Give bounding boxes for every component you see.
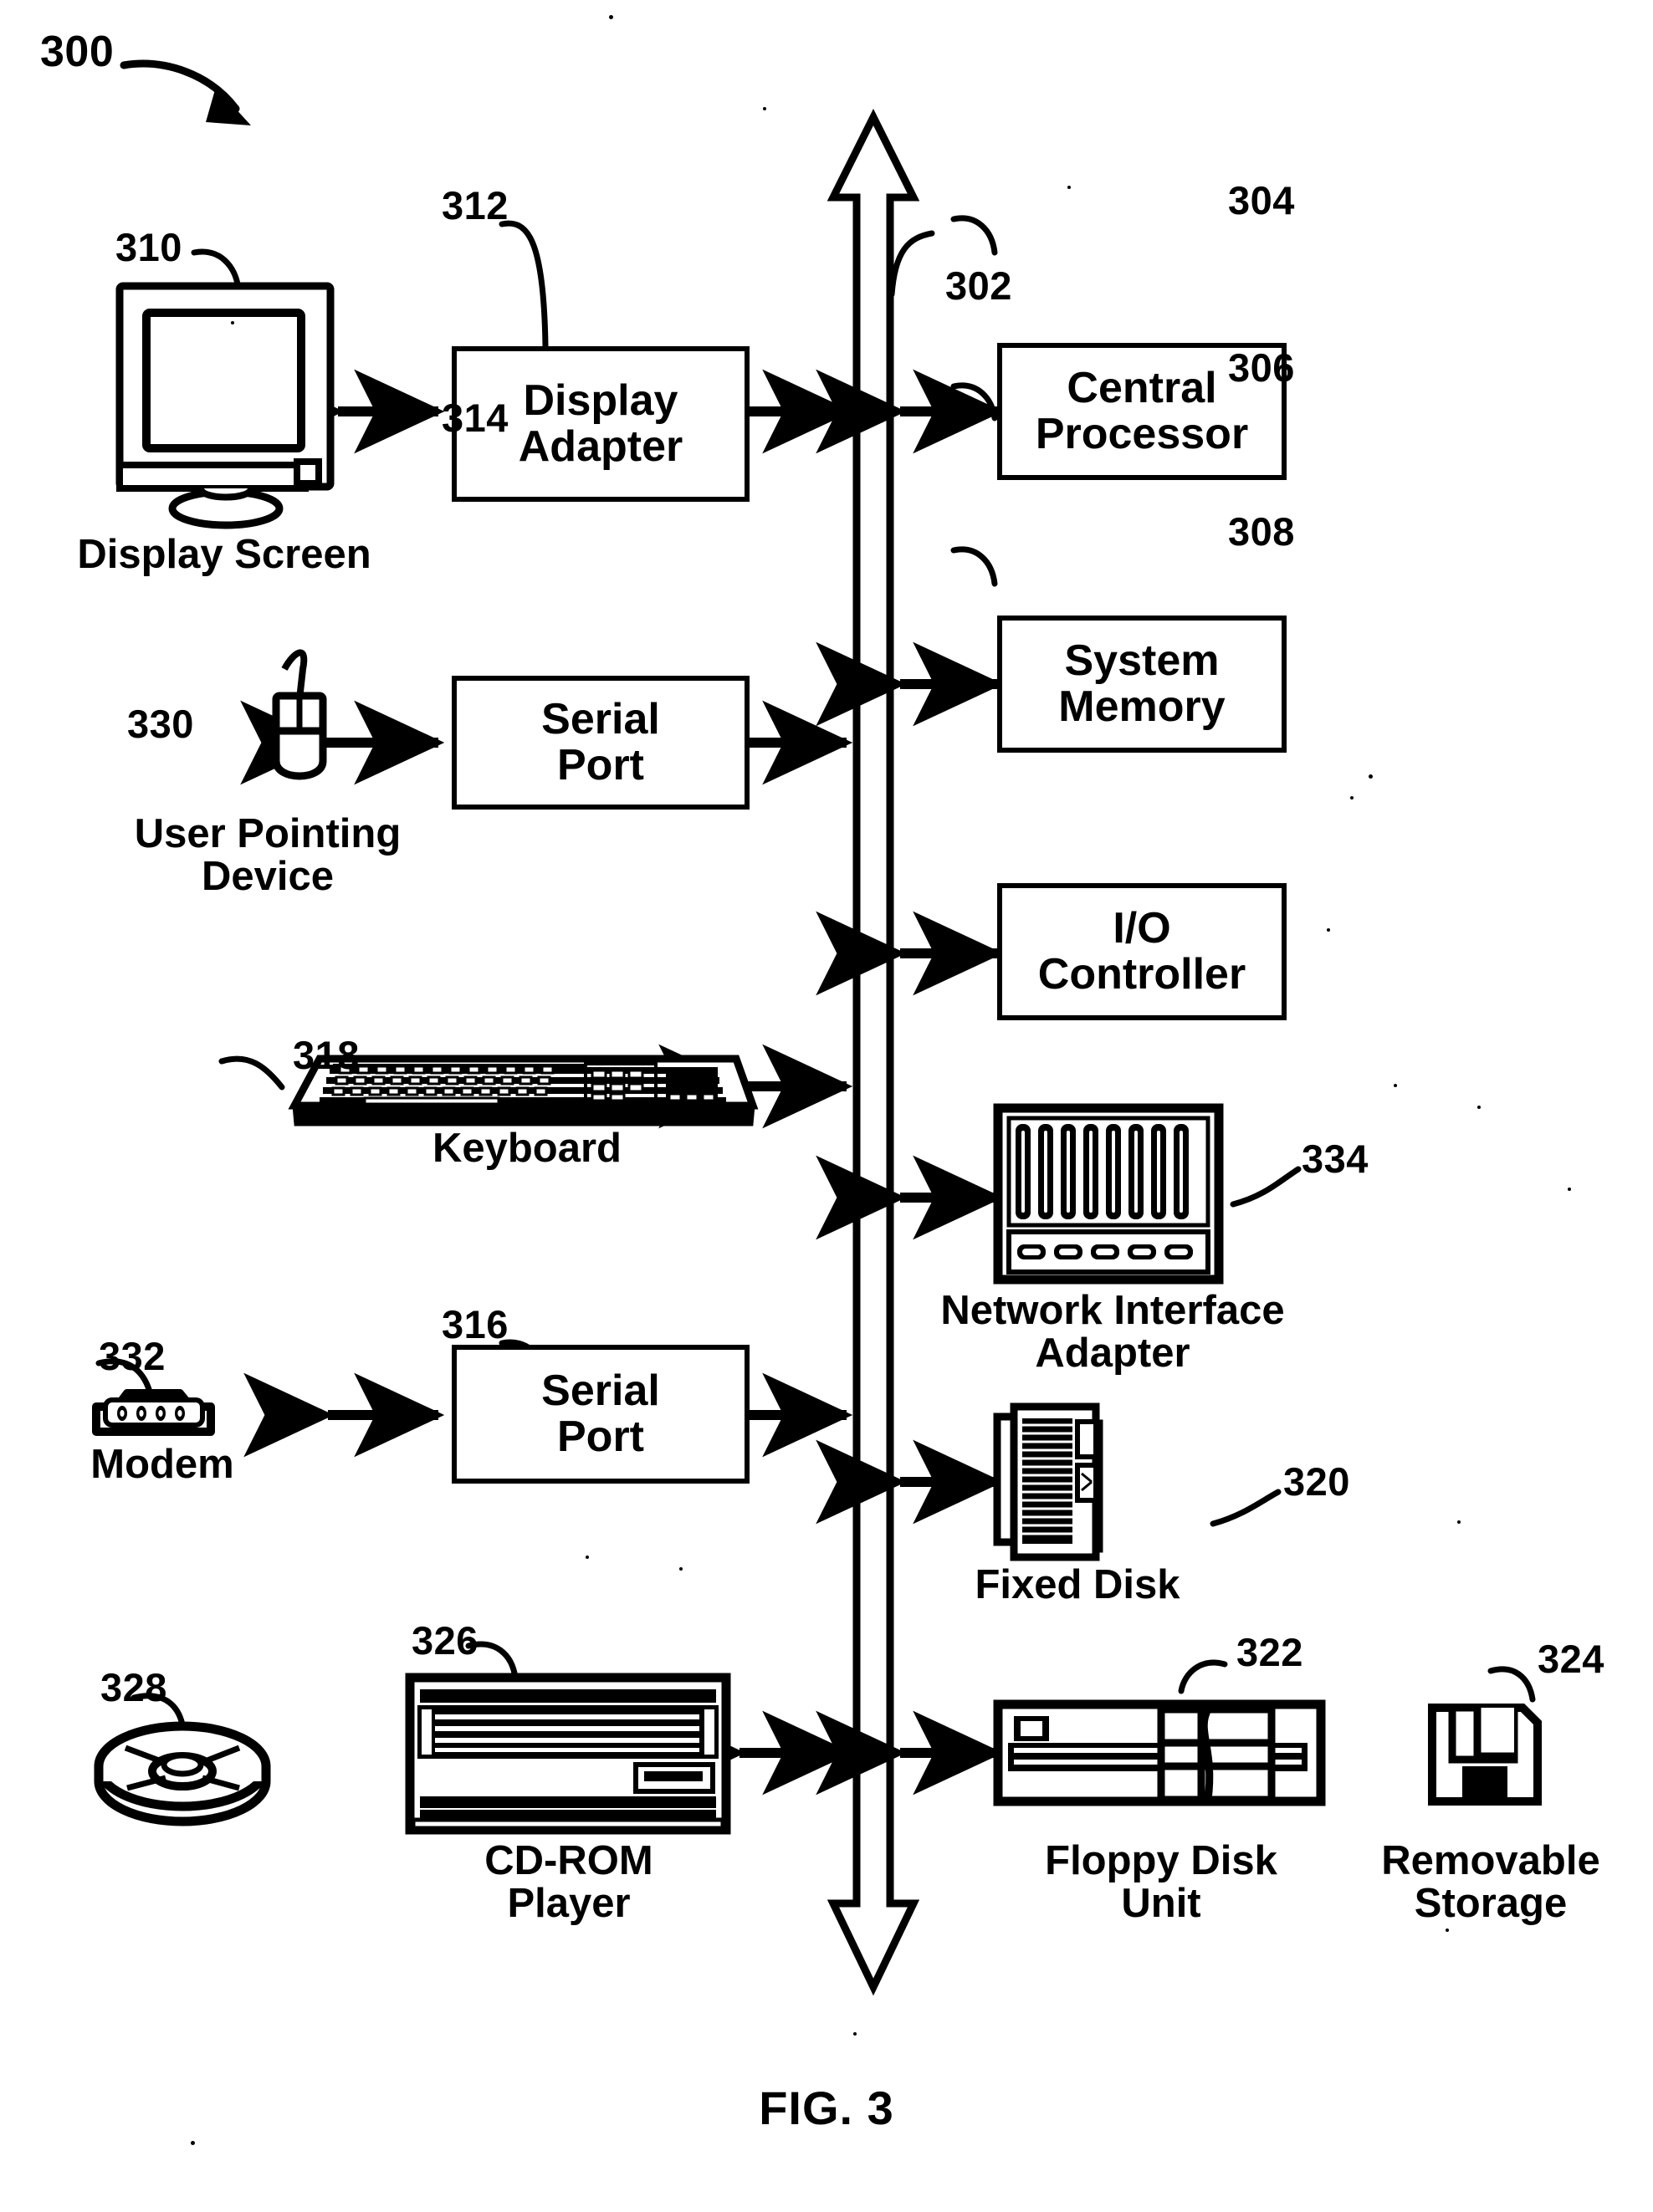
scan-speck bbox=[853, 2032, 857, 2036]
ref-308: 308 bbox=[1228, 509, 1295, 554]
cd-rom-player-icon bbox=[405, 1673, 731, 1835]
system-bus-arrow bbox=[826, 108, 920, 1996]
scan-speck bbox=[1369, 774, 1373, 779]
lead-line-300 bbox=[120, 59, 251, 125]
compact-disc-icon bbox=[94, 1721, 271, 1826]
box-serial-port-2-label: Serial Port bbox=[541, 1366, 660, 1461]
caption-network-interface-adapter: Network Interface Adapter bbox=[940, 1288, 1285, 1376]
box-serial-port-2[interactable]: Serial Port bbox=[452, 1345, 750, 1484]
ref-330: 330 bbox=[127, 702, 194, 746]
box-display-adapter-label: Display Adapter bbox=[518, 375, 683, 471]
scan-speck bbox=[679, 1567, 683, 1571]
patent-figure-page: 300 302 Display Adapter 312 Central Proc… bbox=[0, 0, 1653, 2212]
scan-speck bbox=[231, 321, 234, 324]
ref-312: 312 bbox=[442, 183, 509, 227]
figure-title: FIG. 3 bbox=[759, 2082, 894, 2134]
scan-speck bbox=[609, 15, 613, 19]
fixed-disk-icon bbox=[993, 1402, 1103, 1561]
caption-user-pointing-device: User Pointing Device bbox=[134, 811, 402, 899]
scan-speck bbox=[586, 1556, 589, 1559]
caption-modem: Modem bbox=[90, 1442, 234, 1487]
ref-302-bus: 302 bbox=[945, 263, 1012, 308]
ref-316: 316 bbox=[442, 1302, 509, 1346]
caption-floppy-disk-unit: Floppy Disk Unit bbox=[1045, 1838, 1277, 1926]
ref-324: 324 bbox=[1538, 1637, 1604, 1681]
caption-cd-rom-player: CD-ROM Player bbox=[484, 1838, 653, 1926]
box-serial-port-1[interactable]: Serial Port bbox=[452, 676, 750, 810]
scan-speck bbox=[1446, 1928, 1449, 1932]
box-io-controller[interactable]: I/O Controller bbox=[997, 883, 1287, 1020]
ref-310: 310 bbox=[115, 225, 182, 269]
ref-318: 318 bbox=[293, 1033, 360, 1077]
connector-arrows bbox=[240, 369, 1004, 1796]
ref-332: 332 bbox=[99, 1334, 166, 1378]
box-system-memory-label: System Memory bbox=[1058, 636, 1226, 731]
box-serial-port-1-label: Serial Port bbox=[541, 694, 660, 789]
ref-306: 306 bbox=[1228, 345, 1295, 390]
network-interface-adapter-icon bbox=[993, 1103, 1224, 1285]
scan-speck bbox=[1327, 928, 1330, 932]
scan-speck bbox=[763, 107, 766, 110]
caption-display-screen: Display Screen bbox=[77, 532, 371, 577]
scan-speck bbox=[1067, 186, 1071, 189]
ref-314: 314 bbox=[442, 396, 509, 440]
ref-320: 320 bbox=[1283, 1459, 1350, 1504]
modem-icon bbox=[92, 1389, 215, 1436]
scan-speck bbox=[1477, 1106, 1481, 1109]
box-central-processor-label: Central Processor bbox=[1035, 363, 1249, 458]
box-system-memory[interactable]: System Memory bbox=[997, 616, 1287, 753]
caption-removable-storage: Removable Storage bbox=[1381, 1838, 1600, 1926]
scan-speck bbox=[1350, 796, 1354, 799]
caption-keyboard: Keyboard bbox=[432, 1126, 622, 1171]
ref-334: 334 bbox=[1302, 1137, 1369, 1181]
box-io-controller-label: I/O Controller bbox=[1037, 903, 1246, 999]
ref-322: 322 bbox=[1236, 1630, 1303, 1674]
ref-304: 304 bbox=[1228, 178, 1295, 222]
ref-326: 326 bbox=[412, 1618, 478, 1663]
scan-speck bbox=[191, 2141, 195, 2145]
ref-300: 300 bbox=[40, 28, 115, 76]
removable-storage-icon bbox=[1428, 1704, 1542, 1806]
scan-speck bbox=[1457, 1520, 1461, 1524]
display-screen-icon bbox=[115, 282, 335, 529]
scan-speck bbox=[1568, 1188, 1571, 1191]
caption-fixed-disk: Fixed Disk bbox=[975, 1562, 1180, 1607]
user-pointing-device-icon bbox=[272, 649, 327, 780]
scan-speck bbox=[1394, 1084, 1397, 1087]
floppy-disk-unit-icon bbox=[993, 1699, 1326, 1806]
ref-328: 328 bbox=[100, 1665, 167, 1709]
keyboard-icon bbox=[288, 1055, 759, 1126]
